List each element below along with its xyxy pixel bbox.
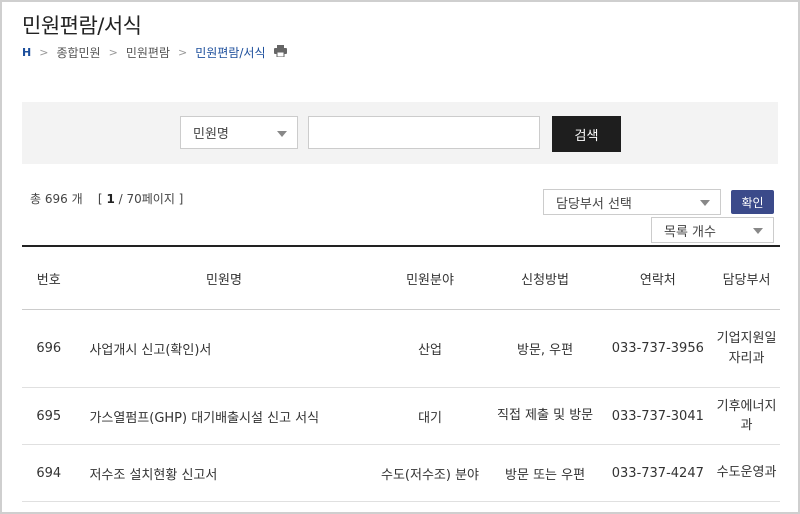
- search-panel: 민원명 검색: [22, 102, 778, 164]
- table-row[interactable]: 695 가스열펌프(GHP) 대기배출시설 신고 서식 대기 직접 제출 및 방…: [22, 387, 780, 445]
- cell-number: 696: [22, 309, 76, 388]
- confirm-button[interactable]: 확인: [731, 190, 774, 214]
- list-count-select[interactable]: 목록 개수: [651, 217, 774, 243]
- column-header-contact: 연락처: [602, 245, 714, 310]
- cell-field: 산업: [372, 309, 488, 388]
- total-count: 696: [44, 192, 68, 206]
- page-open-bracket: [: [97, 192, 103, 206]
- cell-department: 기후에너지과: [713, 387, 780, 445]
- column-header-method: 신청방법: [487, 245, 603, 310]
- breadcrumb-item-handbook[interactable]: 민원편람: [126, 44, 170, 61]
- cell-name-link[interactable]: 저수조 설치현황 신고서: [75, 444, 373, 502]
- page-current: 1: [106, 192, 115, 206]
- department-select[interactable]: 담당부서 선택: [543, 189, 721, 215]
- chevron-right-icon: >: [39, 46, 49, 59]
- cell-number: 694: [22, 444, 76, 502]
- cell-department: 기업지원일자리과: [713, 309, 780, 388]
- table-row[interactable]: 694 저수조 설치현황 신고서 수도(저수조) 분야 방문 또는 우편 033…: [22, 444, 780, 502]
- chevron-right-icon: >: [178, 46, 188, 59]
- cell-number: 695: [22, 387, 76, 445]
- chevron-down-icon: [277, 130, 287, 137]
- page-rest: / 70페이지 ]: [114, 192, 184, 206]
- chevron-right-icon: >: [108, 46, 118, 59]
- home-icon[interactable]: H: [22, 46, 31, 59]
- cell-contact: 033-737-3041: [602, 387, 714, 445]
- breadcrumb-item-current[interactable]: 민원편람/서식: [195, 44, 265, 61]
- list-count-select-value: 목록 개수: [664, 224, 716, 240]
- breadcrumb: H > 종합민원 > 민원편람 > 민원편람/서식: [22, 44, 287, 61]
- chevron-down-icon: [753, 228, 763, 234]
- complaint-table: 번호 민원명 민원분야 신청방법 연락처 담당부서 696 사업개시 신고(확인…: [22, 245, 780, 502]
- page-title: 민원편람/서식: [22, 14, 142, 38]
- search-button[interactable]: 검색: [552, 116, 621, 152]
- table-row[interactable]: 696 사업개시 신고(확인)서 산업 방문, 우편 033-737-3956 …: [22, 309, 780, 388]
- search-field-select[interactable]: 민원명: [180, 116, 298, 149]
- table-header-row: 번호 민원명 민원분야 신청방법 연락처 담당부서: [22, 245, 780, 310]
- cell-contact: 033-737-4247: [602, 444, 714, 502]
- cell-method: 방문, 우편: [487, 309, 603, 388]
- print-icon[interactable]: [273, 45, 287, 60]
- column-header-field: 민원분야: [372, 245, 488, 310]
- search-input[interactable]: [308, 116, 540, 149]
- chevron-down-icon: [700, 200, 710, 206]
- total-suffix: 개: [71, 192, 83, 206]
- department-select-value: 담당부서 선택: [556, 196, 632, 212]
- column-header-number: 번호: [22, 245, 76, 310]
- breadcrumb-item-general[interactable]: 종합민원: [56, 44, 100, 61]
- page-frame: 민원편람/서식 H > 종합민원 > 민원편람 > 민원편람/서식 민원명 검색…: [0, 0, 800, 514]
- cell-contact: 033-737-3956: [602, 309, 714, 388]
- total-prefix: 총: [30, 192, 42, 206]
- cell-field: 대기: [372, 387, 488, 445]
- cell-method: 직접 제출 및 방문: [487, 387, 603, 445]
- cell-name-link[interactable]: 사업개시 신고(확인)서: [75, 309, 373, 388]
- column-header-department: 담당부서: [713, 245, 780, 310]
- cell-method: 방문 또는 우편: [487, 444, 603, 502]
- cell-name-link[interactable]: 가스열펌프(GHP) 대기배출시설 신고 서식: [75, 387, 373, 445]
- column-header-name: 민원명: [75, 245, 373, 310]
- cell-field: 수도(저수조) 분야: [372, 444, 488, 502]
- result-summary: 총 696 개 [ 1 / 70페이지 ]: [30, 190, 183, 207]
- search-field-value: 민원명: [193, 127, 229, 142]
- cell-department: 수도운영과: [713, 444, 780, 502]
